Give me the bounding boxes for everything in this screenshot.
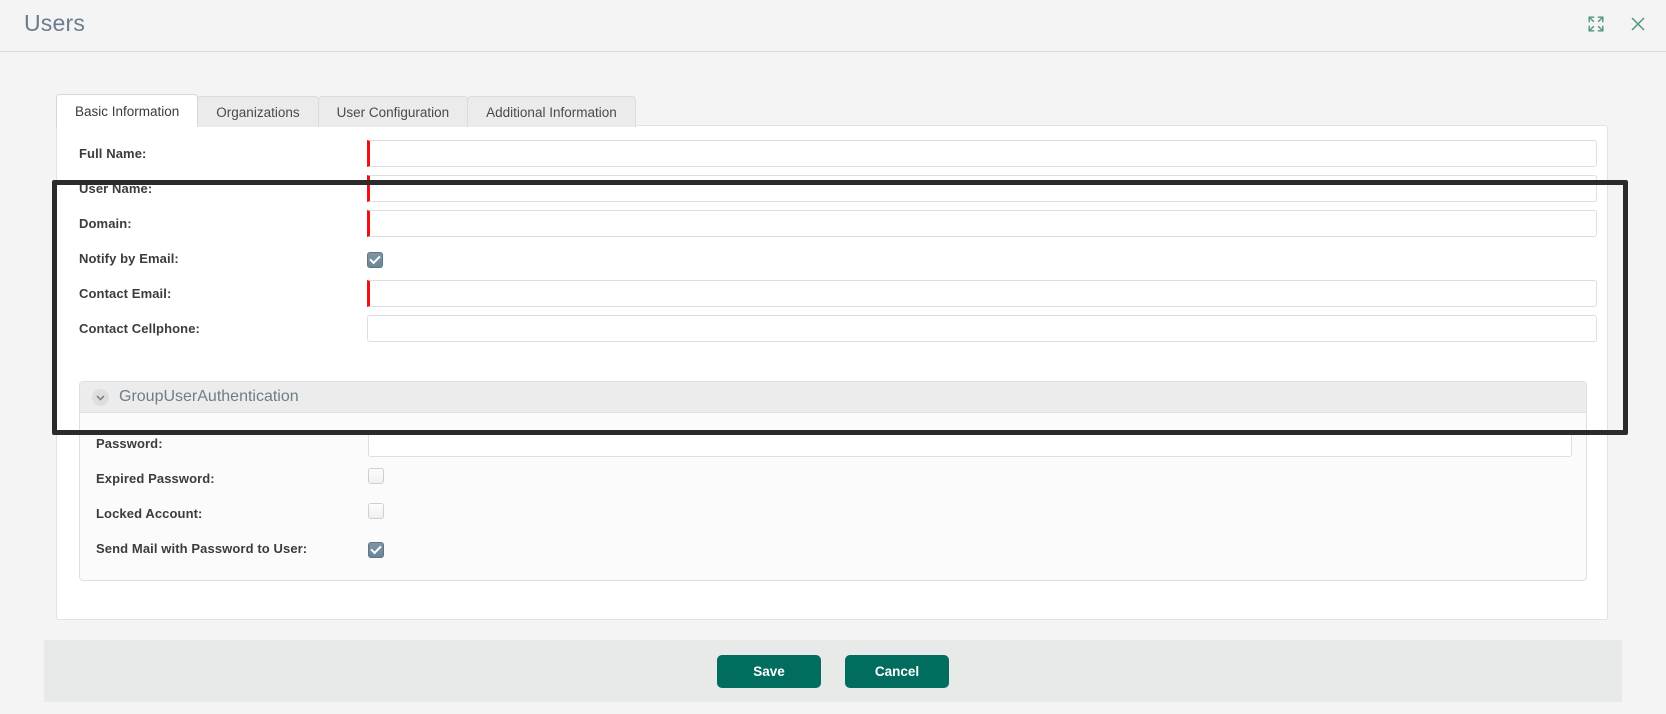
tabstrip: Basic Information Organizations User Con…	[56, 94, 636, 127]
control-expired-password	[368, 468, 1586, 489]
field-row-notify-by-email: Notify by Email:	[57, 241, 1607, 276]
contact-email-input[interactable]	[367, 280, 1597, 307]
control-notify-by-email	[367, 250, 1607, 268]
control-domain	[367, 210, 1607, 237]
field-row-password: Password:	[80, 426, 1586, 461]
control-send-mail-with-password	[368, 540, 1586, 558]
field-row-expired-password: Expired Password:	[80, 461, 1586, 496]
label-domain: Domain:	[79, 216, 132, 231]
control-user-name	[367, 175, 1607, 202]
label-notify-by-email: Notify by Email:	[79, 251, 179, 266]
field-row-user-name: User Name:	[57, 171, 1607, 206]
expired-password-checkbox[interactable]	[368, 468, 384, 484]
chevron-down-icon[interactable]	[92, 388, 109, 406]
tab-organizations[interactable]: Organizations	[197, 96, 319, 127]
label-password: Password:	[96, 436, 163, 451]
group-user-authentication-header[interactable]: GroupUserAuthentication	[80, 382, 1586, 413]
label-locked-account: Locked Account:	[96, 506, 203, 521]
control-locked-account	[368, 503, 1586, 524]
label-send-mail-with-password: Send Mail with Password to User:	[96, 541, 308, 556]
page-title: Users	[24, 10, 86, 36]
group-title: GroupUserAuthentication	[119, 388, 299, 405]
window-header: Users	[0, 0, 1666, 52]
password-input[interactable]	[368, 430, 1572, 457]
locked-account-checkbox[interactable]	[368, 503, 384, 519]
field-row-send-mail-with-password: Send Mail with Password to User:	[80, 531, 1586, 566]
tab-user-configuration[interactable]: User Configuration	[317, 96, 469, 127]
form-panel: Full Name: User Name: Domain: Notify by …	[56, 125, 1608, 620]
label-expired-password: Expired Password:	[96, 471, 215, 486]
send-mail-with-password-checkbox[interactable]	[368, 541, 384, 558]
tab-additional-information[interactable]: Additional Information	[467, 96, 636, 127]
control-contact-cellphone	[367, 315, 1607, 342]
window-body: Basic Information Organizations User Con…	[0, 52, 1666, 714]
control-contact-email	[367, 280, 1607, 307]
notify-by-email-checkbox[interactable]	[367, 251, 383, 268]
group-user-authentication-fields: Password: Expired Password: Locked Accou…	[80, 413, 1586, 580]
save-button[interactable]: Save	[717, 654, 821, 688]
tab-basic-information[interactable]: Basic Information	[56, 94, 199, 127]
contact-cellphone-input[interactable]	[367, 315, 1597, 342]
field-row-contact-cellphone: Contact Cellphone:	[57, 311, 1607, 346]
label-contact-email: Contact Email:	[79, 286, 172, 301]
user-name-input[interactable]	[367, 175, 1597, 202]
expand-icon[interactable]	[1584, 12, 1608, 36]
close-icon[interactable]	[1626, 12, 1650, 36]
cancel-button[interactable]: Cancel	[845, 654, 949, 688]
group-user-authentication-section: GroupUserAuthentication Password: Expire…	[79, 381, 1587, 581]
field-row-full-name: Full Name:	[57, 136, 1607, 171]
control-password	[368, 430, 1586, 457]
label-full-name: Full Name:	[79, 146, 147, 161]
field-row-domain: Domain:	[57, 206, 1607, 241]
field-row-contact-email: Contact Email:	[57, 276, 1607, 311]
label-user-name: User Name:	[79, 181, 153, 196]
window-actions	[1584, 12, 1650, 36]
field-row-locked-account: Locked Account:	[80, 496, 1586, 531]
full-name-input[interactable]	[367, 140, 1597, 167]
label-contact-cellphone: Contact Cellphone:	[79, 321, 200, 336]
basic-information-fields: Full Name: User Name: Domain: Notify by …	[57, 136, 1607, 346]
domain-input[interactable]	[367, 210, 1597, 237]
dialog-footer: Save Cancel	[44, 640, 1622, 702]
control-full-name	[367, 140, 1607, 167]
